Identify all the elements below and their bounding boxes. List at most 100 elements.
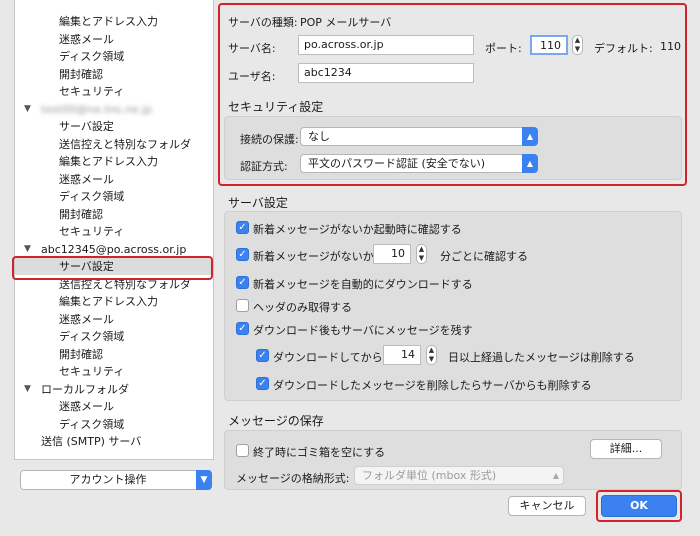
tree-item-label: 送信 (SMTP) サーバ (41, 435, 142, 448)
tree-subitem[interactable]: 編集とアドレス入力 (15, 293, 213, 310)
cancel-button[interactable]: キャンセル (508, 496, 586, 516)
tree-account-item[interactable]: ▼ ローカルフォルダ (15, 381, 213, 398)
delete-after-days-checkbox[interactable]: ✓ (256, 349, 269, 362)
tree-subitem[interactable]: 開封確認 (15, 346, 213, 363)
delete-from-server-checkbox[interactable]: ✓ (256, 377, 269, 390)
tree-item-label: セキュリティ (59, 365, 125, 378)
tree-subitem[interactable]: セキュリティ (15, 223, 213, 240)
tree-subitem[interactable]: 送信控えと特別なフォルダ (15, 136, 213, 153)
connection-security-select[interactable]: なし ▲ (300, 127, 538, 146)
leave-on-server-checkbox[interactable]: ✓ (236, 322, 249, 335)
auto-download-label: 新着メッセージを自動的にダウンロードする (253, 278, 473, 291)
tree-subitem[interactable]: 迷惑メール (15, 31, 213, 48)
delete-after-label: ダウンロードしてから (273, 351, 383, 364)
tree-subitem[interactable]: 迷惑メール (15, 398, 213, 415)
delete-after-suffix: 日以上経過したメッセージは削除する (448, 351, 635, 364)
tree-item-label: 送信控えと特別なフォルダ (59, 137, 191, 151)
ok-button[interactable]: OK (601, 495, 677, 517)
storage-format-label: メッセージの格納形式: (236, 472, 350, 485)
tree-subitem[interactable]: ディスク領域 (15, 328, 213, 345)
tree-item-label: ディスク領域 (59, 190, 125, 203)
tree-item-label: ディスク領域 (59, 417, 125, 431)
tree-subitem[interactable]: ディスク領域 (15, 188, 213, 205)
check-interval-input[interactable]: 10 (373, 244, 411, 264)
tree-item-label: 迷惑メール (59, 172, 114, 186)
tree-subitem[interactable]: 編集とアドレス入力 (15, 153, 213, 170)
tree-subitem[interactable]: ディスク領域 (15, 48, 213, 65)
delete-after-days-stepper[interactable]: ▲ ▼ (426, 345, 437, 365)
tree-item-label: 編集とアドレス入力 (59, 15, 158, 28)
tree-subitem[interactable]: 送信控えと特別なフォルダ (15, 276, 213, 293)
tree-item-label: サーバ設定 (59, 260, 114, 273)
check-every-checkbox[interactable]: ✓ (236, 248, 249, 261)
tree-item-label: セキュリティ (59, 225, 125, 238)
tree-item-label: ディスク領域 (59, 330, 125, 343)
updown-chevron-icon: ▲ (522, 127, 538, 146)
auth-method-label: 認証方式: (240, 160, 288, 173)
server-name-input[interactable]: po.across.or.jp (298, 35, 474, 55)
disclosure-triangle-icon[interactable]: ▼ (24, 101, 31, 118)
tree-item-label: 迷惑メール (59, 312, 114, 326)
tree-subitem[interactable]: サーバ設定 (15, 258, 213, 275)
default-port-label: デフォルト: (594, 42, 653, 55)
chevron-down-icon: ▼ (196, 470, 212, 490)
tree-subitem[interactable]: 迷惑メール (15, 311, 213, 328)
check-startup-checkbox[interactable]: ✓ (236, 221, 249, 234)
storage-format-select[interactable]: フォルダ単位 (mbox 形式) ▲ (354, 466, 564, 485)
check-every-suffix: 分ごとに確認する (440, 250, 528, 263)
tree-item-label: ディスク領域 (59, 50, 125, 63)
check-startup-label: 新着メッセージがないか起動時に確認する (253, 223, 462, 236)
tree-subitem[interactable]: セキュリティ (15, 363, 213, 380)
tree-subitem[interactable]: 迷惑メール (15, 171, 213, 188)
tree-item-label: 迷惑メール (59, 400, 114, 413)
port-stepper[interactable]: ▲ ▼ (572, 35, 583, 55)
auto-download-checkbox[interactable]: ✓ (236, 276, 249, 289)
username-input[interactable]: abc1234 (298, 63, 474, 83)
disclosure-triangle-icon[interactable]: ▼ (24, 381, 31, 398)
tree-subitem[interactable]: セキュリティ (15, 83, 213, 100)
connection-security-label: 接続の保護: (240, 133, 299, 146)
disclosure-triangle-icon[interactable]: ▼ (24, 241, 31, 258)
storage-format-value: フォルダ単位 (mbox 形式) (362, 469, 497, 482)
empty-trash-checkbox[interactable] (236, 444, 249, 457)
server-name-label: サーバ名: (228, 42, 276, 55)
tree-subitem[interactable]: 開封確認 (15, 66, 213, 83)
port-input[interactable]: 110 (530, 35, 568, 55)
check-every-label: 新着メッセージがないか (253, 250, 374, 263)
tree-subitem[interactable]: ディスク領域 (15, 416, 213, 433)
tree-item-label: test00@ne.tns.ne.jp (41, 102, 153, 116)
headers-only-label: ヘッダのみ取得する (253, 301, 352, 314)
tree-subitem[interactable]: サーバ設定 (15, 118, 213, 135)
tree-item-label: abc12345@po.across.or.jp (41, 242, 187, 256)
tree-account-item[interactable]: 送信 (SMTP) サーバ (15, 433, 213, 450)
delete-after-days-input[interactable]: 14 (383, 345, 421, 365)
message-storage-title: メッセージの保存 (228, 414, 324, 428)
tree-account-item[interactable]: ▼ abc12345@po.across.or.jp (15, 241, 213, 258)
security-settings-title: セキュリティ設定 (228, 100, 324, 114)
tree-item-label: 開封確認 (59, 67, 103, 81)
auth-method-select[interactable]: 平文のパスワード認証 (安全でない) ▲ (300, 154, 538, 173)
username-label: ユーザ名: (228, 70, 276, 83)
details-button[interactable]: 詳細... (590, 439, 662, 459)
empty-trash-label: 終了時にゴミ箱を空にする (253, 446, 386, 459)
tree-item-label: 開封確認 (59, 347, 103, 361)
port-label: ポート: (485, 42, 522, 55)
account-tree[interactable]: 編集とアドレス入力 迷惑メール ディスク領域 開封確認 セキュリティ ▼ test00@ne… (14, 0, 214, 460)
delete-from-server-label: ダウンロードしたメッセージを削除したらサーバからも削除する (273, 379, 592, 392)
default-port-value: 110 (660, 40, 681, 53)
account-actions-button[interactable]: アカウント操作 ▼ (20, 470, 212, 490)
leave-on-server-label: ダウンロード後もサーバにメッセージを残す (253, 324, 473, 337)
connection-security-value: なし (308, 130, 330, 143)
server-type-label: サーバの種類: (228, 16, 298, 29)
tree-item-label: サーバ設定 (59, 120, 114, 133)
tree-account-item[interactable]: ▼ test00@ne.tns.ne.jp (15, 101, 213, 118)
account-actions-label: アカウント操作 (69, 473, 147, 486)
tree-item-label: 開封確認 (59, 207, 103, 221)
tree-subitem[interactable]: 開封確認 (15, 206, 213, 223)
tree-item-label: 送信控えと特別なフォルダ (59, 277, 191, 291)
headers-only-checkbox[interactable] (236, 299, 249, 312)
tree-subitem[interactable]: 編集とアドレス入力 (15, 13, 213, 30)
tree-item-label: 編集とアドレス入力 (59, 295, 158, 308)
tree-item-label: 編集とアドレス入力 (59, 155, 158, 168)
check-interval-stepper[interactable]: ▲ ▼ (416, 244, 427, 264)
